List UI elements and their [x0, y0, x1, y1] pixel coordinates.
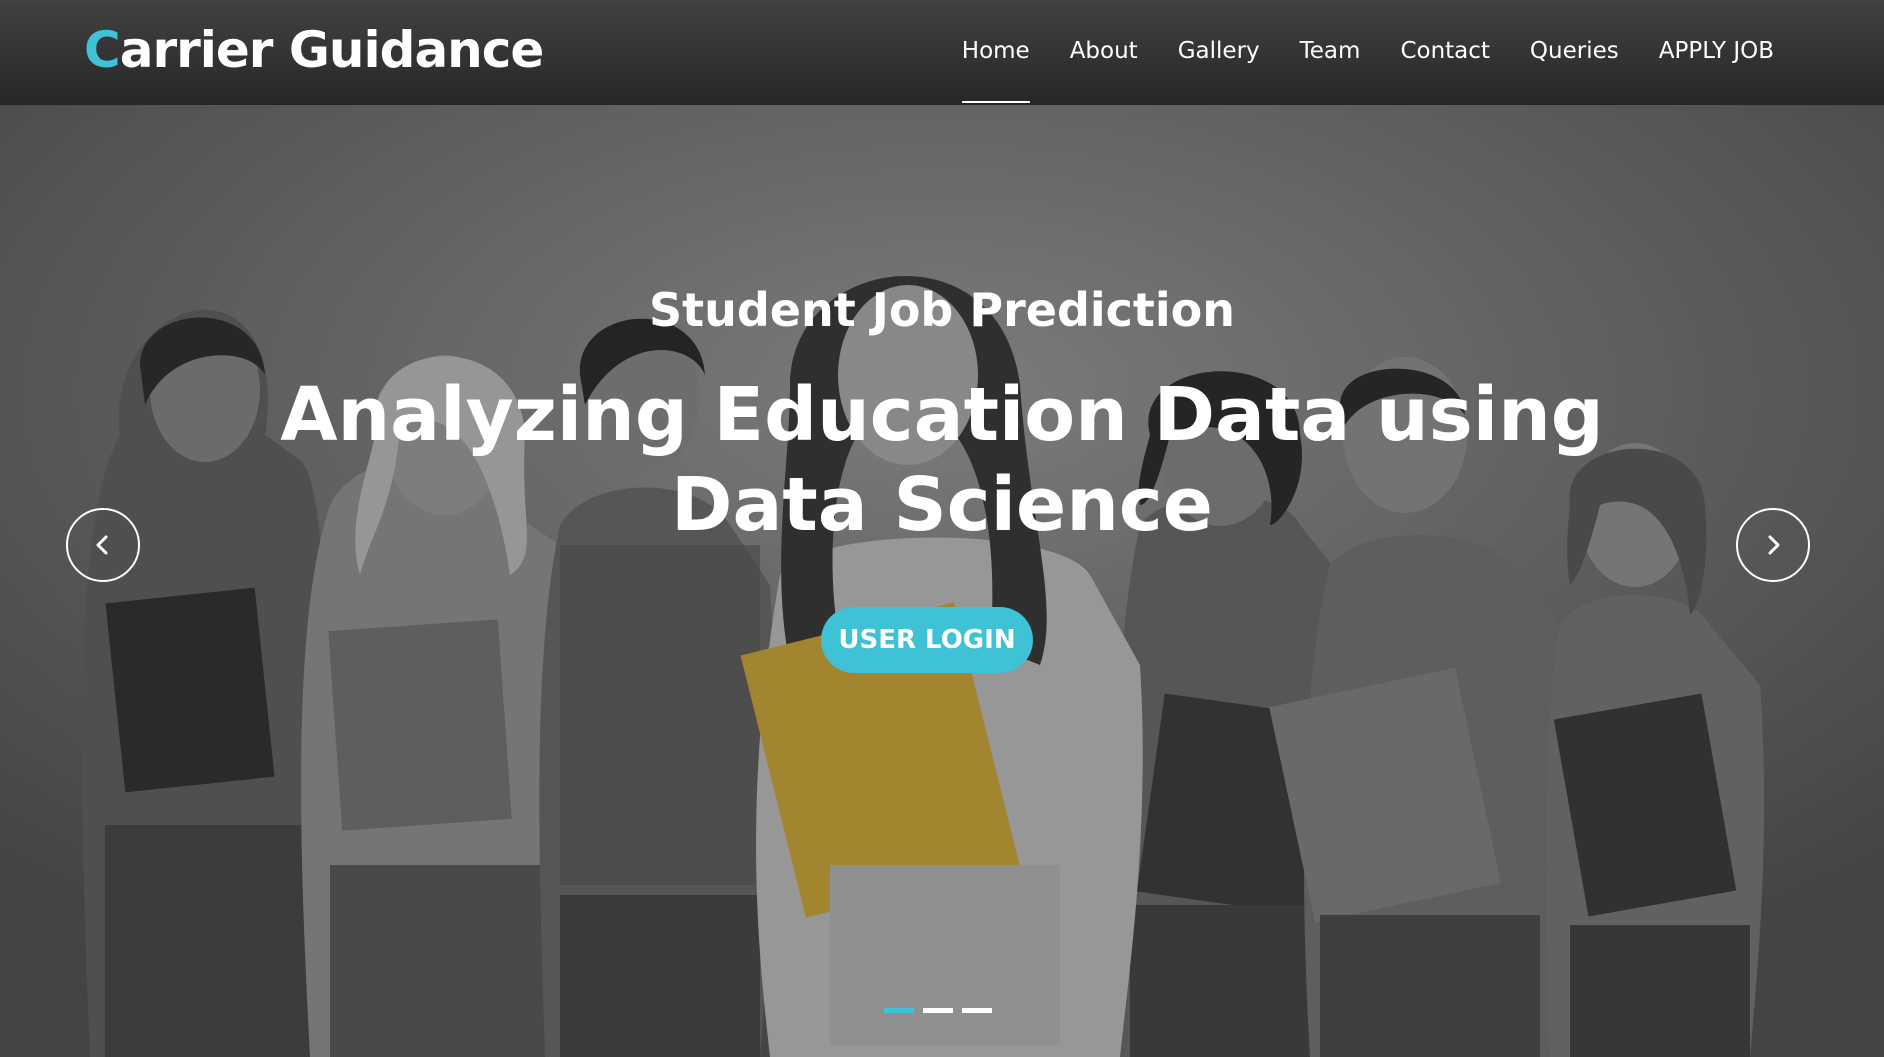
site-logo[interactable]: Carrier Guidance	[84, 18, 545, 83]
nav-apply-job[interactable]: APPLY JOB	[1659, 0, 1774, 105]
nav-gallery[interactable]: Gallery	[1178, 0, 1260, 105]
carousel-indicators	[884, 1008, 1001, 1013]
nav-team[interactable]: Team	[1300, 0, 1361, 105]
carousel-indicator[interactable]	[962, 1008, 992, 1013]
nav-queries[interactable]: Queries	[1530, 0, 1619, 105]
hero-title: Analyzing Education Data using Data Scie…	[280, 372, 1604, 548]
top-navbar: Carrier Guidance Home About Gallery Team…	[0, 0, 1884, 105]
nav-contact[interactable]: Contact	[1400, 0, 1489, 105]
nav-home[interactable]: Home	[961, 0, 1030, 105]
hero-subtitle: Student Job Prediction	[648, 283, 1236, 337]
user-login-button[interactable]: USER LOGIN	[821, 607, 1033, 673]
carousel-indicator[interactable]	[884, 1008, 914, 1013]
logo-accent-letter: C	[84, 21, 121, 79]
hero-carousel: Student Job Prediction Analyzing Educati…	[0, 105, 1884, 1057]
nav-about[interactable]: About	[1070, 0, 1138, 105]
carousel-indicator[interactable]	[923, 1008, 953, 1013]
carousel-prev-button[interactable]	[66, 508, 140, 582]
carousel-next-button[interactable]	[1736, 508, 1810, 582]
logo-text: arrier Guidance	[119, 21, 545, 79]
chevron-right-icon	[1768, 535, 1780, 555]
main-nav: Home About Gallery Team Contact Queries …	[922, 0, 1774, 105]
hero-overlay	[0, 105, 1884, 1057]
chevron-left-icon	[96, 535, 108, 555]
